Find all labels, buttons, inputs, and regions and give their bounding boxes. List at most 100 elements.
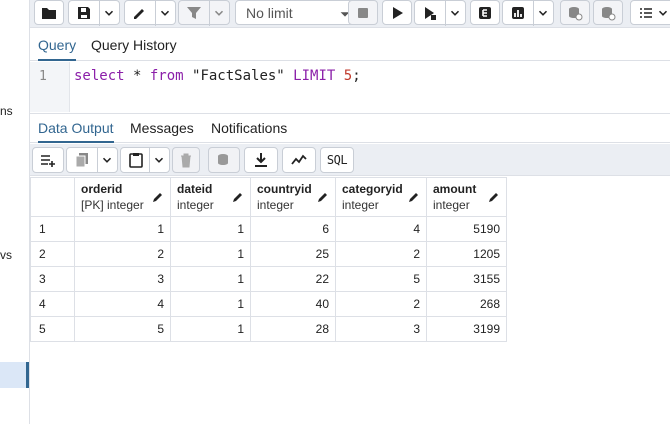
chevron-down-icon	[658, 10, 668, 16]
cell-categoryid[interactable]: 5	[335, 266, 427, 292]
sql-button[interactable]: SQL	[320, 147, 354, 173]
grid-corner-cell[interactable]	[30, 177, 75, 217]
code-semicolon: ;	[352, 68, 361, 84]
object-explorer-panel: ns vs	[0, 0, 30, 424]
column-header[interactable]: dateid integer	[170, 177, 251, 217]
keyword-from: from	[149, 68, 184, 84]
cell-dateid[interactable]: 1	[170, 266, 251, 292]
graph-visualiser-button[interactable]	[282, 147, 316, 173]
chevron-down-icon	[538, 10, 548, 16]
rollback-button[interactable]	[593, 0, 623, 25]
cell-amount[interactable]: 1205	[426, 241, 507, 267]
row-number[interactable]: 1	[30, 216, 75, 242]
cell-amount[interactable]: 3155	[426, 266, 507, 292]
column-header[interactable]: orderid [PK] integer	[74, 177, 171, 217]
query-tool: No limit Query Query History 1 select * …	[30, 0, 670, 424]
query-toolbar: No limit	[30, 0, 670, 28]
open-file-button[interactable]	[34, 0, 64, 25]
add-row-button[interactable]	[32, 147, 64, 173]
trash-icon	[181, 153, 191, 168]
edit-button[interactable]	[124, 0, 176, 26]
cell-amount[interactable]: 268	[426, 291, 507, 317]
pencil-icon	[134, 8, 144, 19]
cell-orderid[interactable]: 1	[74, 216, 171, 242]
column-header[interactable]: countryid integer	[250, 177, 336, 217]
column-header[interactable]: categoryid integer	[335, 177, 427, 217]
row-number[interactable]: 5	[30, 316, 75, 342]
filter-icon	[187, 6, 201, 19]
macros-button[interactable]	[630, 0, 670, 25]
download-button[interactable]	[244, 147, 278, 173]
cell-orderid[interactable]: 5	[74, 316, 171, 342]
delete-row-button[interactable]	[172, 147, 200, 173]
cell-countryid[interactable]: 28	[250, 316, 336, 342]
copy-icon	[75, 153, 88, 168]
execute-button[interactable]	[382, 0, 412, 25]
edit-column-icon[interactable]	[408, 191, 420, 203]
cell-orderid[interactable]: 3	[74, 266, 171, 292]
tab-query-history[interactable]: Query History	[91, 29, 177, 61]
row-number[interactable]: 2	[30, 241, 75, 267]
save-icon	[78, 6, 90, 19]
cell-countryid[interactable]: 6	[250, 216, 336, 242]
cell-dateid[interactable]: 1	[170, 216, 251, 242]
edit-column-icon[interactable]	[488, 191, 500, 203]
save-data-button[interactable]	[208, 147, 240, 173]
sql-button-label: SQL	[326, 153, 348, 167]
cell-countryid[interactable]: 25	[250, 241, 336, 267]
database-save-icon	[218, 154, 228, 165]
column-header[interactable]: amount integer	[426, 177, 507, 217]
paste-button[interactable]	[120, 147, 170, 173]
tree-selected-item[interactable]	[0, 362, 29, 388]
query-tabs: Query Query History	[30, 29, 670, 61]
row-number[interactable]: 3	[30, 266, 75, 292]
cell-dateid[interactable]: 1	[170, 291, 251, 317]
sql-editor[interactable]: 1 select * from "FactSales" LIMIT 5;	[30, 62, 670, 112]
cell-dateid[interactable]: 1	[170, 316, 251, 342]
tree-item-fragment[interactable]: ns	[0, 104, 13, 118]
code-limit-number: 5	[343, 68, 353, 84]
cell-orderid[interactable]: 4	[74, 291, 171, 317]
cell-categoryid[interactable]: 4	[335, 216, 427, 242]
cell-dateid[interactable]: 1	[170, 241, 251, 267]
cell-countryid[interactable]: 22	[250, 266, 336, 292]
row-limit-select[interactable]: No limit	[235, 0, 365, 25]
tab-data-output[interactable]: Data Output	[38, 114, 114, 143]
cell-categoryid[interactable]: 2	[335, 291, 427, 317]
stop-icon	[358, 7, 368, 18]
explain-analyze-button[interactable]	[502, 0, 554, 26]
cell-countryid[interactable]: 40	[250, 291, 336, 317]
cell-amount[interactable]: 3199	[426, 316, 507, 342]
execute-options-button[interactable]	[414, 0, 466, 26]
database-rollback-icon	[602, 6, 616, 20]
output-tabs: Data Output Messages Notifications	[30, 113, 670, 143]
cell-categoryid[interactable]: 2	[335, 241, 427, 267]
table-row: 4 4 1 40 2 268	[30, 291, 507, 317]
folder-icon	[42, 7, 56, 19]
code-star: *	[124, 68, 150, 84]
filter-button[interactable]	[178, 0, 230, 26]
tab-notifications[interactable]: Notifications	[211, 114, 287, 143]
tab-query[interactable]: Query	[38, 29, 77, 61]
stop-button[interactable]	[348, 0, 378, 25]
edit-column-icon[interactable]	[317, 191, 329, 203]
grid-header-row: orderid [PK] integer dateid integer coun…	[30, 177, 507, 217]
clipboard-icon	[129, 153, 143, 168]
row-number[interactable]: 4	[30, 291, 75, 317]
line-number: 1	[39, 69, 47, 84]
cell-amount[interactable]: 5190	[426, 216, 507, 242]
chevron-down-icon	[102, 157, 112, 163]
commit-button[interactable]	[560, 0, 590, 25]
explain-icon	[479, 6, 491, 19]
tab-messages[interactable]: Messages	[130, 114, 194, 143]
copy-button[interactable]	[66, 147, 118, 173]
database-check-icon	[569, 6, 583, 20]
save-file-button[interactable]	[68, 0, 120, 26]
explain-button[interactable]	[470, 0, 500, 25]
sql-code[interactable]: select * from "FactSales" LIMIT 5;	[74, 68, 361, 84]
edit-column-icon[interactable]	[152, 191, 164, 203]
cell-categoryid[interactable]: 3	[335, 316, 427, 342]
tree-item-fragment[interactable]: vs	[0, 248, 12, 262]
edit-column-icon[interactable]	[232, 191, 244, 203]
cell-orderid[interactable]: 2	[74, 241, 171, 267]
